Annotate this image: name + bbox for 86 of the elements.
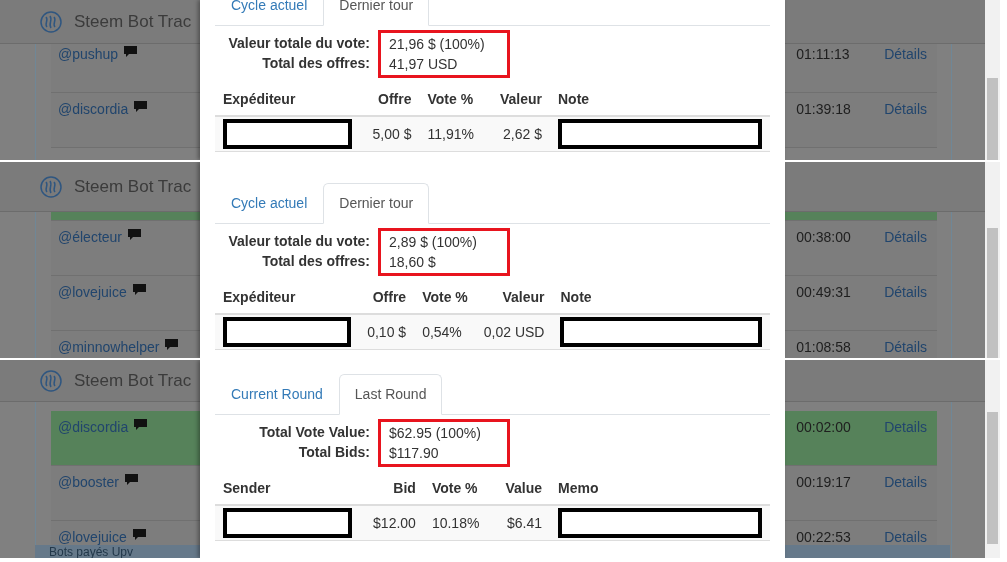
summary-value: 21,96 $ (100%): [389, 35, 486, 54]
column-header: Vote %: [423, 473, 493, 505]
site-title[interactable]: Steem Bot Trac: [74, 173, 192, 200]
summary-label: Total des offres:: [261, 54, 370, 73]
column-header: Memo: [550, 473, 770, 505]
comment-icon[interactable]: [123, 45, 139, 58]
tab[interactable]: Dernier tour: [323, 0, 430, 26]
column-header: Note: [552, 282, 770, 314]
tab[interactable]: Dernier tour: [323, 183, 430, 224]
tab[interactable]: Cycle actuel: [215, 0, 324, 26]
tab[interactable]: Cycle actuel: [215, 183, 324, 224]
details-link[interactable]: Details: [884, 528, 927, 546]
summary-value: $117.90: [389, 444, 440, 463]
column-header: Note: [550, 84, 770, 116]
details-link[interactable]: Details: [884, 473, 927, 491]
scrollbar-thumb[interactable]: [987, 228, 998, 358]
logo-icon[interactable]: [40, 10, 62, 33]
table-cell: 11,91%: [419, 116, 488, 152]
summary-value: 18,60 $: [389, 253, 437, 272]
comment-icon[interactable]: [123, 473, 139, 486]
details-link[interactable]: Détails: [884, 100, 927, 118]
summary-label: Valeur totale du vote:: [227, 232, 370, 251]
logo-icon[interactable]: [40, 369, 62, 392]
scrollbar-thumb[interactable]: [987, 78, 998, 160]
site-title[interactable]: Steem Bot Trac: [74, 367, 192, 394]
details-link[interactable]: Details: [884, 418, 927, 436]
column-header: Expéditeur: [215, 84, 360, 116]
time-cell-text: 01:08:58: [796, 338, 852, 356]
time-cell-text: 00:22:53: [796, 528, 852, 546]
column-header: Valeur: [475, 282, 553, 314]
table-cell: 0,54%: [414, 314, 476, 350]
column-header: Sender: [215, 473, 360, 505]
tab[interactable]: Current Round: [215, 374, 339, 415]
username-link[interactable]: @pushup: [58, 45, 119, 63]
column-header: Vote %: [419, 84, 488, 116]
username-link[interactable]: @discordia: [58, 418, 129, 436]
column-header: Offre: [360, 84, 420, 116]
scrollbar[interactable]: [985, 162, 1000, 358]
comment-icon[interactable]: [133, 100, 149, 113]
comment-icon[interactable]: [133, 418, 149, 431]
details-link[interactable]: Détails: [884, 283, 927, 301]
username-link[interactable]: @booster: [58, 473, 119, 491]
time-cell-text: 00:19:17: [796, 473, 852, 491]
table-cell: 0,10 $: [359, 314, 415, 350]
scrollbar[interactable]: [985, 360, 1000, 558]
table-cell: 5,00 $: [360, 116, 420, 152]
time-cell-text: 00:49:31: [796, 283, 852, 301]
details-link[interactable]: Détails: [884, 45, 927, 63]
details-link[interactable]: Détails: [884, 228, 927, 246]
time-cell-text: 01:11:13: [796, 45, 851, 63]
summary-value: 41,97 USD: [389, 55, 459, 74]
username-link[interactable]: @minnowhelper: [58, 338, 160, 356]
logo-icon[interactable]: [40, 175, 62, 198]
column-header: Vote %: [414, 282, 476, 314]
column-header: Offre: [359, 282, 415, 314]
time-cell-text: 00:02:00: [796, 418, 852, 436]
details-link[interactable]: Détails: [884, 338, 927, 356]
scrollbar[interactable]: [985, 0, 1000, 160]
time-cell-text: 01:39:18: [796, 100, 852, 118]
table-cell: 0,02 USD: [475, 314, 553, 350]
summary-value: 2,89 $ (100%): [389, 233, 478, 252]
comment-icon[interactable]: [127, 228, 143, 241]
column-header: Bid: [360, 473, 424, 505]
username-link[interactable]: @lovejuice: [58, 283, 127, 301]
scrollbar-thumb[interactable]: [987, 412, 998, 544]
summary-label: Total des offres:: [261, 252, 370, 271]
comment-icon[interactable]: [131, 528, 147, 541]
table-cell: 2,62 $: [487, 116, 550, 152]
summary-label: Total Vote Value:: [258, 423, 370, 442]
table-cell: $12.00: [360, 505, 424, 541]
column-header: Valeur: [487, 84, 550, 116]
tab[interactable]: Last Round: [338, 374, 443, 415]
username-link[interactable]: @discordia: [58, 100, 129, 118]
table-cell: 10.18%: [423, 505, 493, 541]
site-title[interactable]: Steem Bot Trac: [74, 8, 192, 35]
summary-label: Total Bids:: [297, 443, 370, 462]
comment-icon[interactable]: [164, 338, 180, 351]
column-header: Expéditeur: [215, 282, 360, 314]
summary-value: $62.95 (100%): [389, 424, 482, 443]
table-cell: $6.41: [492, 505, 550, 541]
username-link[interactable]: @lovejuice: [58, 528, 127, 546]
username-link[interactable]: @électeur: [58, 228, 123, 246]
column-header: Value: [492, 473, 550, 505]
comment-icon[interactable]: [131, 283, 147, 296]
summary-label: Valeur totale du vote:: [227, 34, 370, 53]
time-cell-text: 00:38:00: [796, 228, 852, 246]
